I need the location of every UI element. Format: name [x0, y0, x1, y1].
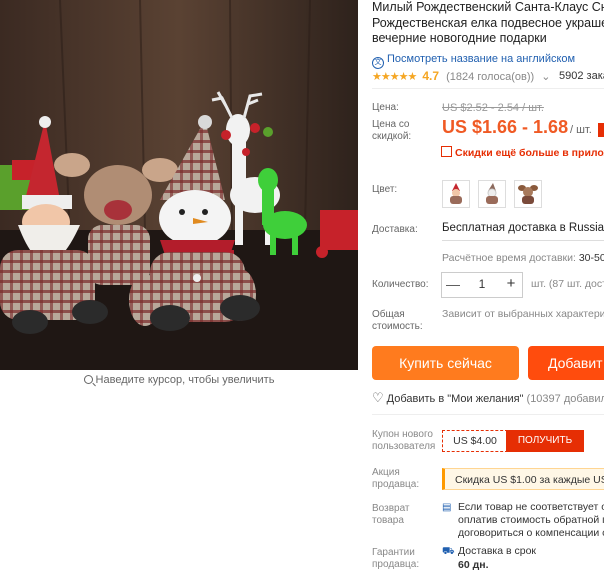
chevron-down-icon: ⌄	[541, 71, 551, 83]
rating-votes: (1824 голоса(ов))	[446, 71, 535, 83]
guarantee-line-2: 60 дн.	[458, 559, 489, 571]
total-note: Зависит от выбранных характерис	[442, 308, 604, 320]
returns-label: Возврат товара	[372, 503, 410, 527]
delivery-label: Доставка:	[372, 224, 418, 235]
price-unit: / шт.	[570, 124, 592, 136]
promo-label-line-1: Акция	[372, 467, 400, 478]
divider	[372, 414, 604, 415]
rating-score: 4.7	[422, 69, 440, 83]
app-discount-text: Скидки ещё больше в приложе	[455, 147, 604, 159]
returns-line-3: договориться о компенсации с	[458, 527, 604, 539]
total-label-line-1: Общая	[372, 309, 405, 320]
quantity-input[interactable]: 1	[465, 272, 499, 296]
buy-now-button[interactable]: Купить сейчас	[372, 346, 519, 380]
zoom-hint: Наведите курсор, чтобы увеличить	[0, 374, 358, 386]
coupon-label: Купон нового пользователя	[372, 429, 435, 453]
orders-count: 5902 зака	[559, 70, 604, 82]
title-line-3: вечерние новогодние подарки	[372, 31, 547, 45]
wishlist-link[interactable]: ♡ Добавить в "Мои желания" (10397 добавил…	[372, 390, 604, 406]
translate-link-text: Посмотреть название на английском	[387, 53, 576, 65]
add-to-cart-button[interactable]: Добавит	[528, 346, 604, 380]
magnifier-icon	[83, 375, 93, 384]
rating-stars: ★★★★★	[372, 71, 417, 83]
discount-label-line-1: Цена со	[372, 119, 410, 130]
delivery-time: Расчётное время доставки: 30-50	[442, 252, 604, 264]
translate-link[interactable]: 文 Посмотреть название на английском	[372, 53, 575, 69]
returns-line-1: Если товар не соответствует оп	[458, 501, 604, 513]
returns-label-line-1: Возврат	[372, 503, 410, 514]
price-label: Цена:	[372, 102, 399, 113]
app-discount-link[interactable]: Скидки ещё больше в приложе	[441, 146, 604, 159]
title-line-2: Рождественская елка подвесное украше	[372, 15, 604, 30]
wishlist-count: (10397 добавили)	[526, 393, 604, 405]
delivery-truck-icon: ⛟	[442, 546, 455, 557]
total-label: Общая стоимость:	[372, 309, 423, 333]
discount-badge	[598, 123, 604, 137]
quantity-label: Количество:	[372, 279, 429, 290]
return-icon: ▤	[442, 502, 452, 513]
translate-icon: 文	[372, 57, 384, 69]
coupon-amount: US $4.00	[442, 430, 508, 452]
delivery-option[interactable]: Бесплатная доставка в Russian F	[442, 222, 604, 234]
quantity-decrease-button[interactable]: —	[441, 272, 465, 296]
current-price: US $1.66 - 1.68	[442, 117, 569, 137]
color-label: Цвет:	[372, 184, 398, 195]
guarantee-line-1: Доставка в срок	[458, 545, 537, 557]
returns-label-line-2: товара	[372, 515, 404, 526]
quantity-available: шт. (87 шт. доступно)	[531, 278, 604, 290]
wishlist-label: Добавить в "Мои желания"	[386, 393, 524, 405]
product-image[interactable]	[0, 0, 358, 370]
coupon-label-line-2: пользователя	[372, 441, 436, 452]
total-label-line-2: стоимость:	[372, 321, 423, 332]
divider	[372, 88, 604, 89]
rating-summary[interactable]: ★★★★★ 4.7 (1824 голоса(ов)) ⌄	[372, 69, 550, 83]
discount-label-line-2: скидкой:	[372, 131, 412, 142]
zoom-hint-text: Наведите курсор, чтобы увеличить	[95, 374, 275, 386]
title-line-1: Милый Рождественский Санта-Клаус Сн	[372, 0, 604, 14]
product-title: Милый Рождественский Санта-Клаус Сн Рожд…	[372, 0, 604, 47]
color-option-santa[interactable]	[442, 180, 470, 208]
get-coupon-button[interactable]: ПОЛУЧИТЬ	[506, 430, 584, 452]
promo-label-line-2: продавца:	[372, 479, 420, 490]
coupon-label-line-1: Купон нового	[372, 429, 433, 440]
returns-line-2: оплатив стоимость обратной п	[458, 514, 604, 526]
color-option-snowman[interactable]	[478, 180, 506, 208]
qr-code-icon	[441, 146, 452, 157]
old-price: US $2.52 - 2.54 / шт.	[442, 102, 544, 114]
promo-label: Акция продавца:	[372, 467, 419, 491]
discount-price-label: Цена со скидкой:	[372, 119, 411, 143]
delivery-time-label: Расчётное время доставки:	[442, 252, 576, 264]
guarantee-label-line-1: Гарантии	[372, 547, 415, 558]
delivery-time-value: 30-50	[578, 252, 604, 264]
quantity-increase-button[interactable]: +	[499, 272, 523, 296]
guarantee-label-line-2: продавца:	[372, 559, 420, 570]
divider	[442, 240, 604, 241]
guarantee-label: Гарантии продавца:	[372, 547, 419, 571]
heart-icon: ♡	[372, 390, 384, 405]
seller-promo: Скидка US $1.00 за каждые US $2	[442, 468, 604, 490]
color-option-deer[interactable]	[514, 180, 542, 208]
